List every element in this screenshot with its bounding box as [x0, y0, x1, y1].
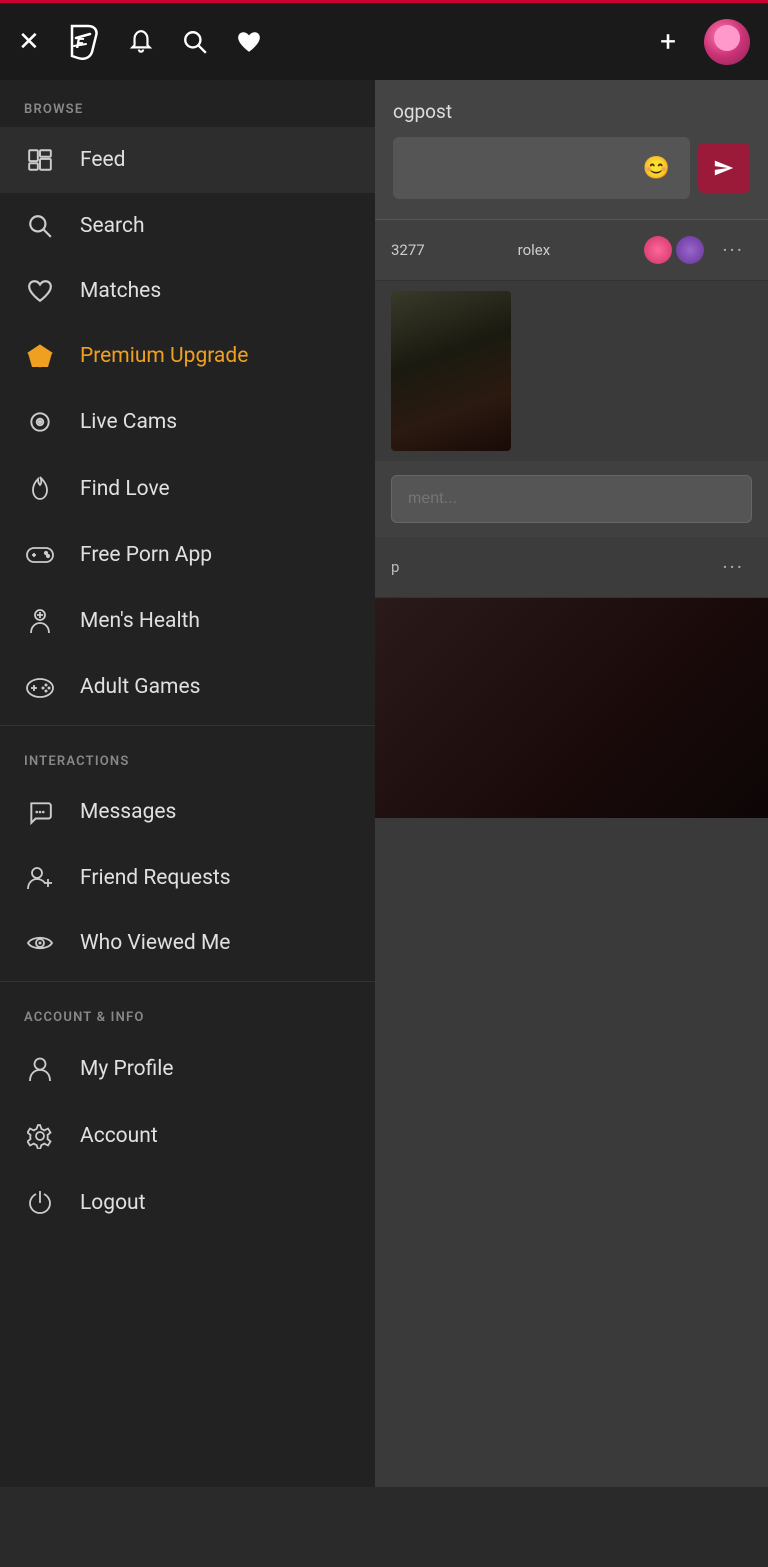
matches-label: Matches — [80, 279, 161, 303]
close-button[interactable]: ✕ — [18, 27, 40, 57]
sidebar-item-who-viewed-me[interactable]: Who Viewed Me — [0, 911, 375, 975]
search-icon[interactable] — [182, 29, 208, 55]
avatar-pink — [644, 236, 672, 264]
comment-input-area — [375, 461, 768, 537]
chat-icon — [24, 799, 56, 825]
sidebar-item-live-cams[interactable]: Live Cams — [0, 389, 375, 455]
sidebar-item-find-love[interactable]: Find Love — [0, 455, 375, 523]
account-section-label: ACCOUNT & INFO — [0, 988, 375, 1035]
diamond-icon — [24, 343, 56, 369]
bell-icon[interactable] — [128, 28, 154, 56]
divider-account — [0, 981, 375, 982]
live-cams-label: Live Cams — [80, 410, 177, 434]
post-username: rolex — [518, 241, 635, 259]
mens-health-label: Men's Health — [80, 609, 200, 633]
who-viewed-me-label: Who Viewed Me — [80, 931, 230, 955]
post-row2: p ··· — [375, 537, 768, 598]
sidebar-item-feed[interactable]: Feed — [0, 127, 375, 193]
friend-requests-label: Friend Requests — [80, 866, 231, 890]
comment-input[interactable] — [391, 475, 752, 523]
heart-icon[interactable] — [236, 30, 262, 54]
premium-label: Premium Upgrade — [80, 344, 248, 368]
post-user-number: 3277 — [391, 241, 508, 259]
post-user2: p — [391, 558, 399, 576]
logout-label: Logout — [80, 1191, 146, 1215]
sidebar-item-premium[interactable]: Premium Upgrade — [0, 323, 375, 389]
divider-interactions — [0, 725, 375, 726]
person-plus-icon — [24, 865, 56, 891]
my-profile-label: My Profile — [80, 1057, 174, 1081]
bottom-post-image — [375, 598, 768, 818]
user-avatar[interactable] — [704, 19, 750, 65]
post2-more-button[interactable]: ··· — [714, 551, 752, 583]
sidebar-item-search[interactable]: Search — [0, 193, 375, 259]
sidebar-item-logout[interactable]: Logout — [0, 1169, 375, 1237]
blogpost-title: ogpost — [393, 100, 750, 123]
search-menu-icon — [24, 213, 56, 239]
emoji-button[interactable]: 😊 — [637, 149, 676, 187]
sidebar-item-matches[interactable]: Matches — [0, 259, 375, 323]
mens-health-icon — [24, 607, 56, 635]
search-label: Search — [80, 214, 145, 238]
matches-icon — [24, 279, 56, 303]
power-icon — [24, 1189, 56, 1217]
logo-icon[interactable]: F — [68, 24, 100, 60]
camera-icon — [24, 409, 56, 435]
messages-label: Messages — [80, 800, 176, 824]
post-image-inner — [391, 291, 511, 451]
eye-icon — [24, 933, 56, 953]
controller-icon — [24, 676, 56, 698]
post-input-area: ogpost 😊 — [375, 80, 768, 220]
sidebar-item-mens-health[interactable]: Men's Health — [0, 587, 375, 655]
main-content: ogpost 😊 3277 rolex — [375, 80, 768, 1487]
interactions-section-label: INTERACTIONS — [0, 732, 375, 779]
free-porn-app-label: Free Porn App — [80, 543, 212, 567]
input-row: 😊 — [393, 137, 750, 199]
sidebar-item-my-profile[interactable]: My Profile — [0, 1035, 375, 1103]
browse-section-label: BROWSE — [0, 80, 375, 127]
post-text-input[interactable]: 😊 — [393, 137, 690, 199]
find-love-label: Find Love — [80, 477, 170, 501]
post-image — [391, 291, 511, 451]
sidebar-item-free-porn-app[interactable]: Free Porn App — [0, 523, 375, 587]
sidebar: BROWSE Feed Search — [0, 80, 375, 1487]
avatar-purple — [676, 236, 704, 264]
post-avatars — [644, 236, 704, 264]
send-button[interactable] — [698, 143, 750, 193]
add-button[interactable]: + — [660, 25, 676, 58]
account-label: Account — [80, 1124, 158, 1148]
flame-icon — [24, 475, 56, 503]
post-more-button[interactable]: ··· — [714, 234, 752, 266]
feed-icon — [24, 147, 56, 173]
header: ✕ F + — [0, 0, 768, 80]
profile-person-icon — [24, 1055, 56, 1083]
sidebar-item-friend-requests[interactable]: Friend Requests — [0, 845, 375, 911]
adult-games-label: Adult Games — [80, 675, 200, 699]
sidebar-item-messages[interactable]: Messages — [0, 779, 375, 845]
gamepad-icon — [24, 544, 56, 566]
sidebar-item-account[interactable]: Account — [0, 1103, 375, 1169]
sidebar-item-adult-games[interactable]: Adult Games — [0, 655, 375, 719]
bottom-image-overlay — [375, 598, 768, 818]
gear-icon — [24, 1123, 56, 1149]
post-header-row: 3277 rolex ··· — [375, 220, 768, 281]
feed-label: Feed — [80, 148, 126, 172]
